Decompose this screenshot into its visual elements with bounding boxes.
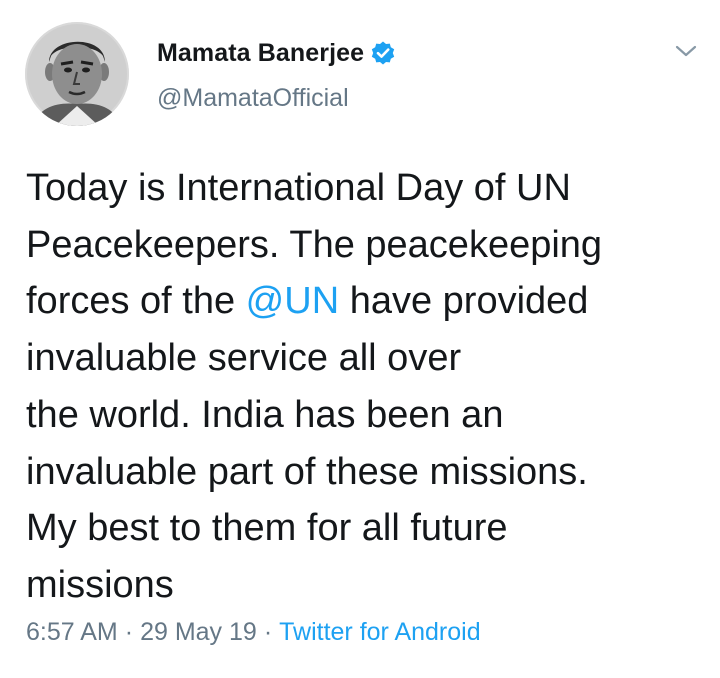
- tweet-line-text: the world. India has been an: [26, 393, 504, 436]
- avatar[interactable]: [25, 22, 129, 126]
- meta-separator: ·: [124, 618, 134, 646]
- tweet-line: invaluable service all over: [26, 330, 706, 387]
- mention-link[interactable]: @UN: [246, 280, 339, 322]
- tweet-date[interactable]: 29 May 19: [140, 618, 257, 646]
- author-display-name[interactable]: Mamata Banerjee: [157, 39, 364, 68]
- tweet-line-text: My best to them for all future: [26, 507, 508, 550]
- tweet-line-text: forces of the: [26, 280, 246, 323]
- tweet-line: the world. India has been an: [26, 387, 706, 444]
- tweet-line: missions: [26, 557, 706, 614]
- tweet-line: forces of the @UN have provided: [26, 273, 706, 330]
- author-handle[interactable]: @MamataOfficial: [157, 84, 349, 113]
- tweet-card: Mamata Banerjee @MamataOfficial Today is…: [0, 0, 720, 678]
- portrait-avatar-image: [25, 22, 129, 126]
- tweet-line-text: invaluable part of these missions.: [26, 450, 588, 493]
- meta-separator: ·: [263, 618, 273, 646]
- tweet-line-text: Peacekeepers. The peacekeeping: [26, 223, 603, 266]
- tweet-line-text: missions: [26, 563, 174, 606]
- tweet-time[interactable]: 6:57 AM: [26, 618, 118, 646]
- tweet-metadata: 6:57 AM · 29 May 19 · Twitter for Android: [26, 618, 481, 647]
- verified-badge-icon: [370, 40, 396, 66]
- chevron-down-icon[interactable]: [672, 40, 700, 62]
- tweet-line: My best to them for all future: [26, 500, 706, 557]
- tweet-line: invaluable part of these missions.: [26, 444, 706, 501]
- tweet-line: Today is International Day of UN: [26, 160, 706, 217]
- tweet-text: Today is International Day of UN Peaceke…: [26, 160, 706, 614]
- tweet-line: Peacekeepers. The peacekeeping: [26, 217, 706, 274]
- author-name-row: Mamata Banerjee: [157, 37, 396, 69]
- tweet-line-text: have provided: [339, 280, 589, 323]
- tweet-source-link[interactable]: Twitter for Android: [279, 618, 480, 646]
- tweet-line-text: Today is International Day of UN: [26, 167, 571, 209]
- tweet-line-text: invaluable service all over: [26, 337, 462, 380]
